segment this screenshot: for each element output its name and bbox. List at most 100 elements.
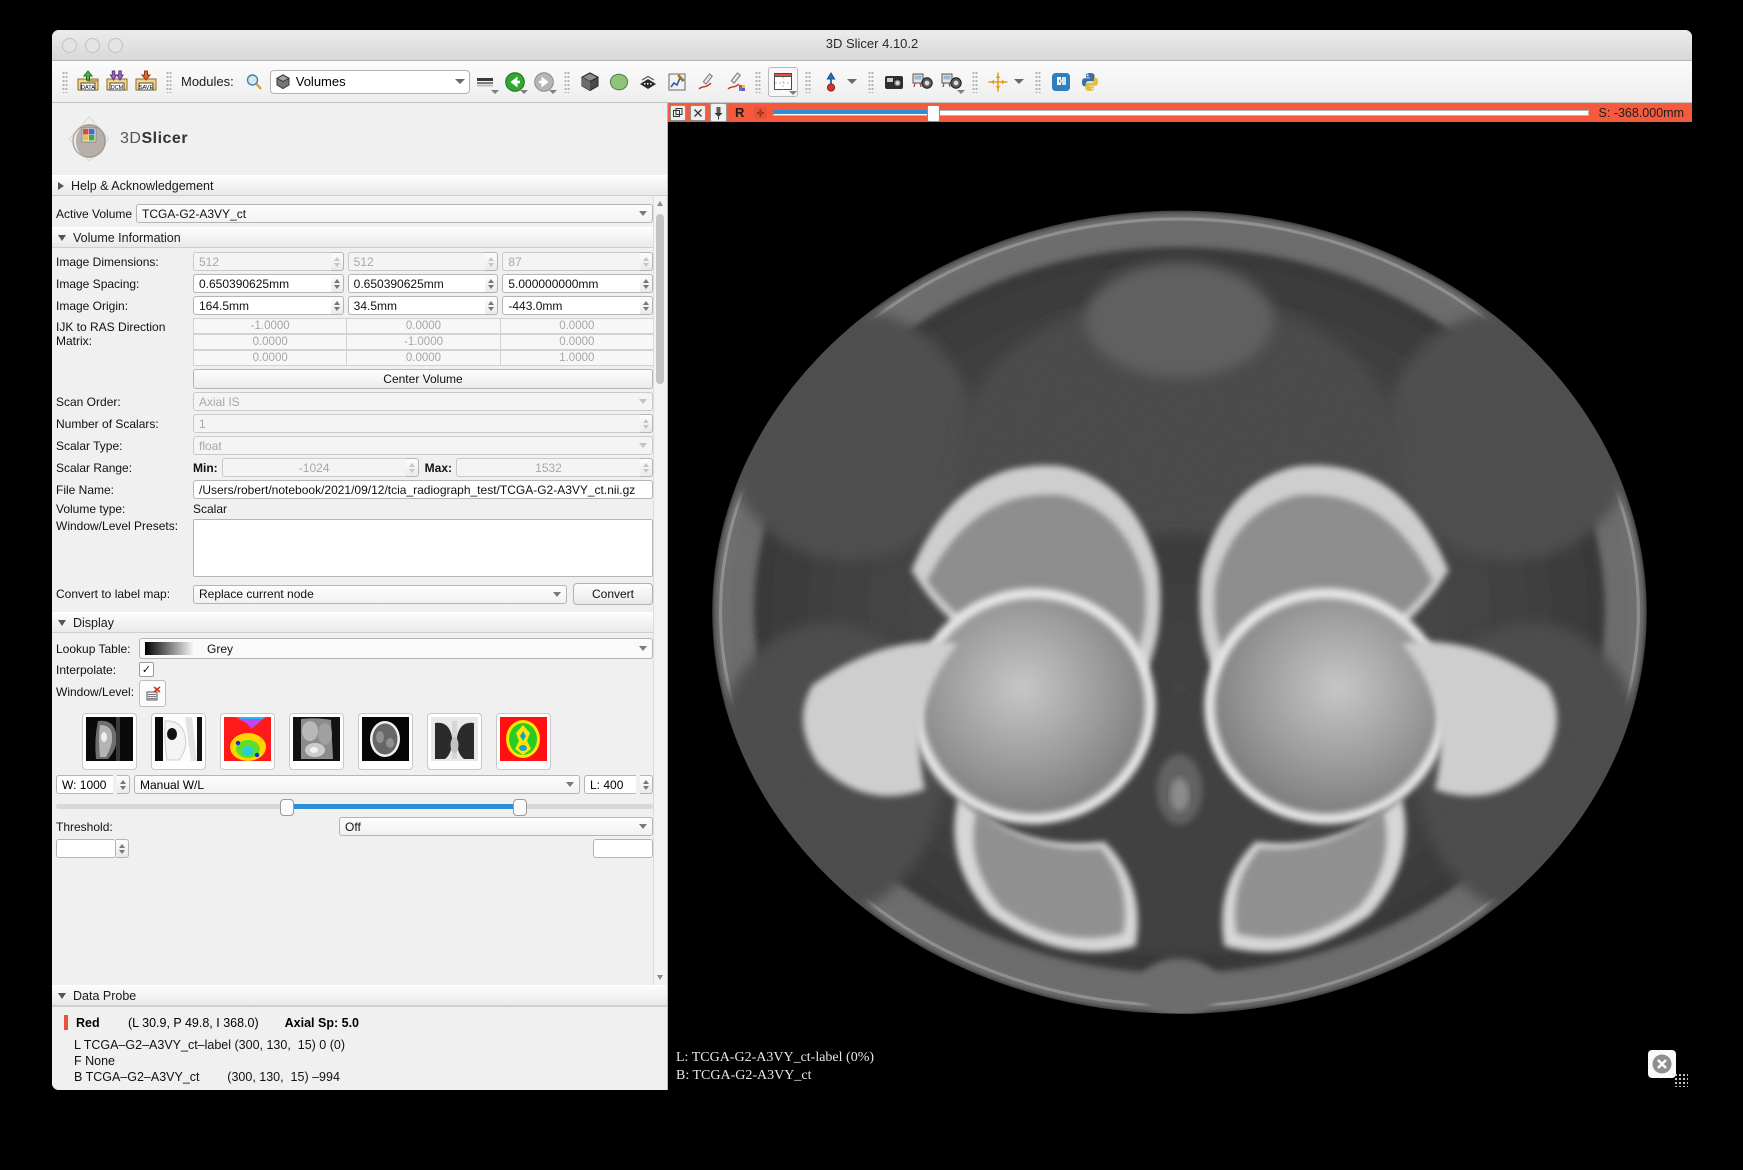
- preset-ct-abdomen[interactable]: [289, 713, 344, 770]
- reset-window-level-button[interactable]: [139, 680, 166, 707]
- scene-views-icon[interactable]: [910, 69, 936, 95]
- image-origin-r-stepper[interactable]: [330, 296, 344, 315]
- ct-axial-slice-image: [668, 122, 1692, 1090]
- popup-window-icon[interactable]: [670, 104, 686, 121]
- slice-offset-slider[interactable]: [773, 104, 1589, 122]
- level-value-stepper[interactable]: [640, 775, 653, 794]
- crosshair-icon[interactable]: [985, 69, 1011, 95]
- chevron-down-icon[interactable]: [490, 89, 499, 94]
- lookup-table-selector[interactable]: Grey: [139, 638, 653, 659]
- window-level-mode-selector[interactable]: Manual W/L: [134, 775, 580, 794]
- close-circle-icon[interactable]: [1648, 1050, 1676, 1078]
- preset-ct-head-neck[interactable]: [82, 713, 137, 770]
- panel-scrollbar[interactable]: [653, 196, 666, 985]
- preset-ct-lung[interactable]: [427, 713, 482, 770]
- slice-image-canvas[interactable]: L: TCGA-G2-A3VY_ct-label (0%) B: TCGA-G2…: [668, 122, 1692, 1090]
- window-value-field[interactable]: W: 1000: [56, 775, 113, 794]
- slider-min-handle[interactable]: [279, 799, 294, 816]
- slice-view-letter: R: [735, 105, 745, 120]
- file-name-value[interactable]: /Users/robert/notebook/2021/09/12/tcia_r…: [193, 480, 653, 499]
- screenshot-icon[interactable]: [881, 69, 907, 95]
- slider-max-handle[interactable]: [512, 799, 527, 816]
- mouse-mode-icon[interactable]: [818, 69, 844, 95]
- level-value-field[interactable]: L: 400: [584, 775, 636, 794]
- ijk-cell-1-0: 0.0000: [193, 334, 348, 350]
- markups-icon[interactable]: [693, 69, 719, 95]
- history-back-icon[interactable]: [502, 69, 528, 95]
- search-icon[interactable]: [241, 69, 267, 95]
- display-section[interactable]: Display: [52, 612, 657, 633]
- window-value-stepper[interactable]: [117, 775, 130, 794]
- image-spacing-j[interactable]: 0.650390625mm: [347, 274, 486, 293]
- image-spacing-k[interactable]: 5.000000000mm: [502, 274, 641, 293]
- python-console-icon[interactable]: [1077, 69, 1103, 95]
- window-level-range-slider[interactable]: [56, 798, 653, 816]
- layout-grip[interactable]: [754, 70, 761, 93]
- models-icon[interactable]: [606, 69, 632, 95]
- scroll-up-arrow-icon[interactable]: [657, 201, 663, 206]
- preset-ct-bone[interactable]: [151, 713, 206, 770]
- image-spacing-i[interactable]: 0.650390625mm: [193, 274, 331, 293]
- image-origin-s-stepper[interactable]: [640, 296, 654, 315]
- history-forward-icon[interactable]: [531, 69, 557, 95]
- threshold-max-field[interactable]: [593, 839, 653, 858]
- image-origin-r[interactable]: 164.5mm: [193, 296, 331, 315]
- scroll-down-arrow-icon[interactable]: [657, 975, 663, 980]
- modules-tools-grip[interactable]: [563, 70, 570, 93]
- preset-mr-color[interactable]: [496, 713, 551, 770]
- editor-icon[interactable]: [722, 69, 748, 95]
- pin-icon[interactable]: [710, 103, 727, 122]
- modules-toolbar-grip[interactable]: [166, 70, 172, 93]
- toolbar-grip[interactable]: [62, 70, 68, 93]
- capture-grip[interactable]: [867, 70, 874, 93]
- image-spacing-i-stepper[interactable]: [330, 274, 344, 293]
- module-selector[interactable]: Volumes: [269, 69, 470, 94]
- window-level-presets-label: Window/Level Presets:: [56, 519, 179, 533]
- mouse-mode-chevron-down-icon[interactable]: [846, 79, 857, 84]
- chevron-down-icon[interactable]: [519, 89, 528, 94]
- threshold-min-stepper[interactable]: [116, 839, 129, 858]
- preset-ct-brain[interactable]: [358, 713, 413, 770]
- window-resize-grip[interactable]: [1674, 1073, 1688, 1087]
- help-acknowledgement-section[interactable]: Help & Acknowledgement: [52, 175, 667, 196]
- center-volume-button[interactable]: Center Volume: [193, 369, 653, 389]
- image-spacing-j-stepper[interactable]: [485, 274, 499, 293]
- charts-icon[interactable]: [664, 69, 690, 95]
- layout-icon[interactable]: [473, 69, 499, 95]
- scene-views-capture-icon[interactable]: [939, 69, 965, 95]
- window-level-presets-list[interactable]: [193, 519, 653, 577]
- load-dicom-icon[interactable]: DCM: [104, 69, 130, 95]
- convert-button[interactable]: Convert: [573, 583, 653, 605]
- chevron-down-icon[interactable]: [548, 89, 557, 94]
- close-icon[interactable]: [690, 104, 706, 121]
- slice-slider-handle[interactable]: [926, 105, 940, 122]
- interpolate-checkbox[interactable]: ✓: [139, 662, 154, 677]
- extensions-grip[interactable]: [1034, 70, 1041, 93]
- crosshair-grip[interactable]: [971, 70, 978, 93]
- threshold-min-field[interactable]: [56, 839, 116, 858]
- volume-information-section[interactable]: Volume Information: [52, 227, 657, 248]
- save-data-icon[interactable]: SAVE: [133, 69, 159, 95]
- image-origin-a[interactable]: 34.5mm: [347, 296, 486, 315]
- window-level-controls: W: 1000 Manual W/L L: 400: [56, 775, 653, 794]
- image-origin-s[interactable]: -443.0mm: [502, 296, 641, 315]
- threshold-selector[interactable]: Off: [339, 817, 653, 836]
- image-spacing-k-stepper[interactable]: [640, 274, 654, 293]
- load-data-icon[interactable]: DATA: [75, 69, 101, 95]
- data-icon[interactable]: [635, 69, 661, 95]
- data-probe-section[interactable]: Data Probe: [52, 985, 667, 1006]
- active-volume-selector[interactable]: TCGA-G2-A3VY_ct: [136, 204, 653, 223]
- image-origin-a-stepper[interactable]: [485, 296, 499, 315]
- layout-chooser-icon[interactable]: [767, 66, 798, 97]
- volume-rendering-icon[interactable]: [577, 69, 603, 95]
- scrollbar-thumb[interactable]: [656, 214, 664, 384]
- chevron-down-icon[interactable]: [454, 79, 465, 84]
- chevron-down-icon[interactable]: [788, 90, 797, 95]
- mouse-mode-grip[interactable]: [804, 70, 811, 93]
- crosshair-chevron-down-icon[interactable]: [1013, 79, 1024, 84]
- extension-manager-icon[interactable]: [1048, 69, 1074, 95]
- preset-pet-color[interactable]: [220, 713, 275, 770]
- link-views-icon[interactable]: [752, 105, 769, 120]
- chevron-down-icon[interactable]: [956, 89, 965, 94]
- convert-mode-selector[interactable]: Replace current node: [193, 584, 567, 604]
